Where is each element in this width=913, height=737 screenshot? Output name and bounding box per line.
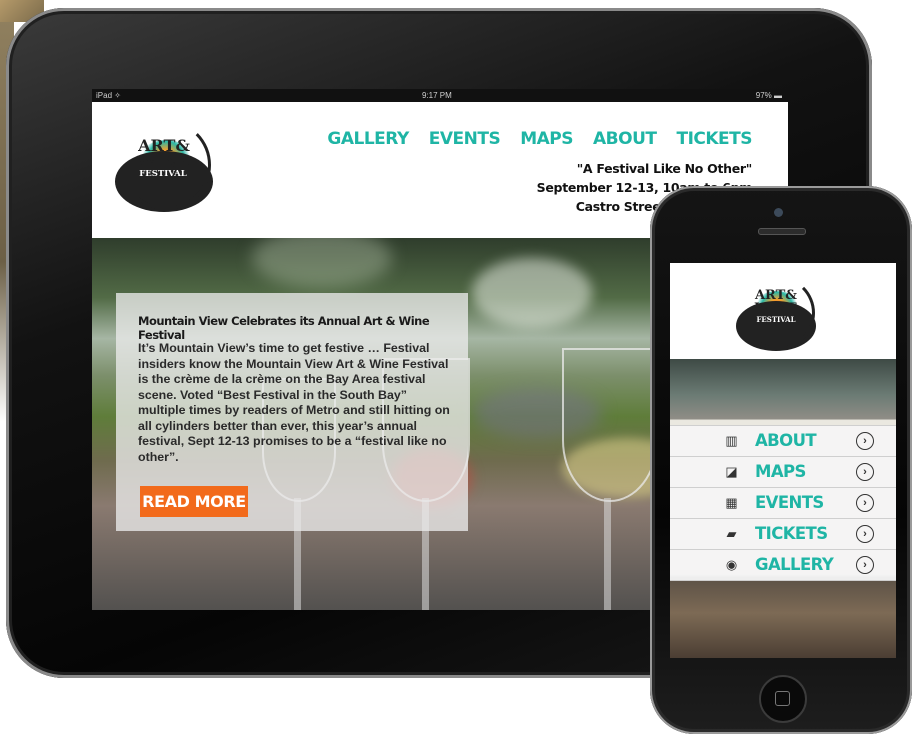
chevron-right-icon[interactable]: ›: [856, 525, 874, 543]
status-bar: iPad ✧ 9:17 PM 97% ▬: [92, 89, 788, 102]
mobile-hero-photo: ▥ ABOUT › ◪ MAPS › ▦ EVENTS › ▰ TICKETS: [670, 359, 896, 658]
logo-word-wine: WINE: [754, 301, 798, 316]
chevron-right-icon[interactable]: ›: [856, 463, 874, 481]
book-icon: ▥: [725, 433, 738, 448]
carrier-label: iPad ✧: [96, 91, 121, 100]
calendar-icon: ▦: [725, 495, 738, 510]
bokeh-light: [472, 258, 592, 328]
wine-glass-stem: [604, 498, 611, 610]
main-nav: GALLERY EVENTS MAPS ABOUT TICKETS: [327, 129, 752, 149]
battery-label: 97% ▬: [755, 91, 782, 100]
iphone-frame: ART& WINE FESTIVAL ▥ ABOUT › ◪ MAPS › ▦: [650, 186, 912, 734]
tagline-quote: "A Festival Like No Other": [576, 161, 753, 176]
camera-icon: ◉: [725, 557, 738, 572]
menu-item-maps[interactable]: ◪ MAPS ›: [670, 456, 896, 487]
mobile-header: ART& WINE FESTIVAL: [670, 263, 896, 359]
menu-item-label: EVENTS: [755, 493, 824, 512]
nav-gallery[interactable]: GALLERY: [327, 129, 409, 149]
menu-item-label: ABOUT: [755, 431, 817, 450]
menu-item-events[interactable]: ▦ EVENTS ›: [670, 487, 896, 518]
menu-item-about[interactable]: ▥ ABOUT ›: [670, 425, 896, 456]
bokeh-light: [252, 238, 392, 288]
feature-card: Mountain View Celebrates its Annual Art …: [116, 293, 468, 531]
nav-tickets[interactable]: TICKETS: [676, 129, 752, 149]
festival-logo[interactable]: ART& WINE FESTIVAL: [115, 114, 213, 212]
ticket-icon: ▰: [726, 526, 737, 541]
map-icon: ◪: [725, 464, 738, 479]
feature-title: Mountain View Celebrates its Annual Art …: [138, 314, 430, 342]
earpiece-speaker: [758, 228, 806, 235]
nav-maps[interactable]: MAPS: [520, 129, 573, 149]
clock-label: 9:17 PM: [422, 91, 452, 100]
menu-item-label: GALLERY: [755, 555, 834, 574]
chevron-right-icon[interactable]: ›: [856, 432, 874, 450]
home-button[interactable]: [759, 675, 807, 723]
wine-glass: [562, 348, 658, 502]
menu-item-tickets[interactable]: ▰ TICKETS ›: [670, 518, 896, 549]
feature-body: It’s Mountain View’s time to get festive…: [138, 341, 450, 464]
read-more-button[interactable]: READ MORE: [140, 486, 248, 517]
menu-item-label: TICKETS: [755, 524, 828, 543]
festival-logo[interactable]: ART& WINE FESTIVAL: [736, 271, 816, 351]
front-camera: [774, 208, 783, 217]
logo-word-festival: FESTIVAL: [139, 169, 187, 179]
chevron-right-icon[interactable]: ›: [856, 494, 874, 512]
iphone-screen: ART& WINE FESTIVAL ▥ ABOUT › ◪ MAPS › ▦: [670, 263, 896, 658]
menu-item-gallery[interactable]: ◉ GALLERY ›: [670, 549, 896, 581]
menu-item-label: MAPS: [755, 462, 806, 481]
nav-about[interactable]: ABOUT: [593, 129, 657, 149]
logo-word-festival: FESTIVAL: [756, 315, 796, 324]
nav-events[interactable]: EVENTS: [429, 129, 501, 149]
chevron-right-icon[interactable]: ›: [856, 556, 874, 574]
mobile-menu: ▥ ABOUT › ◪ MAPS › ▦ EVENTS › ▰ TICKETS: [670, 425, 896, 581]
